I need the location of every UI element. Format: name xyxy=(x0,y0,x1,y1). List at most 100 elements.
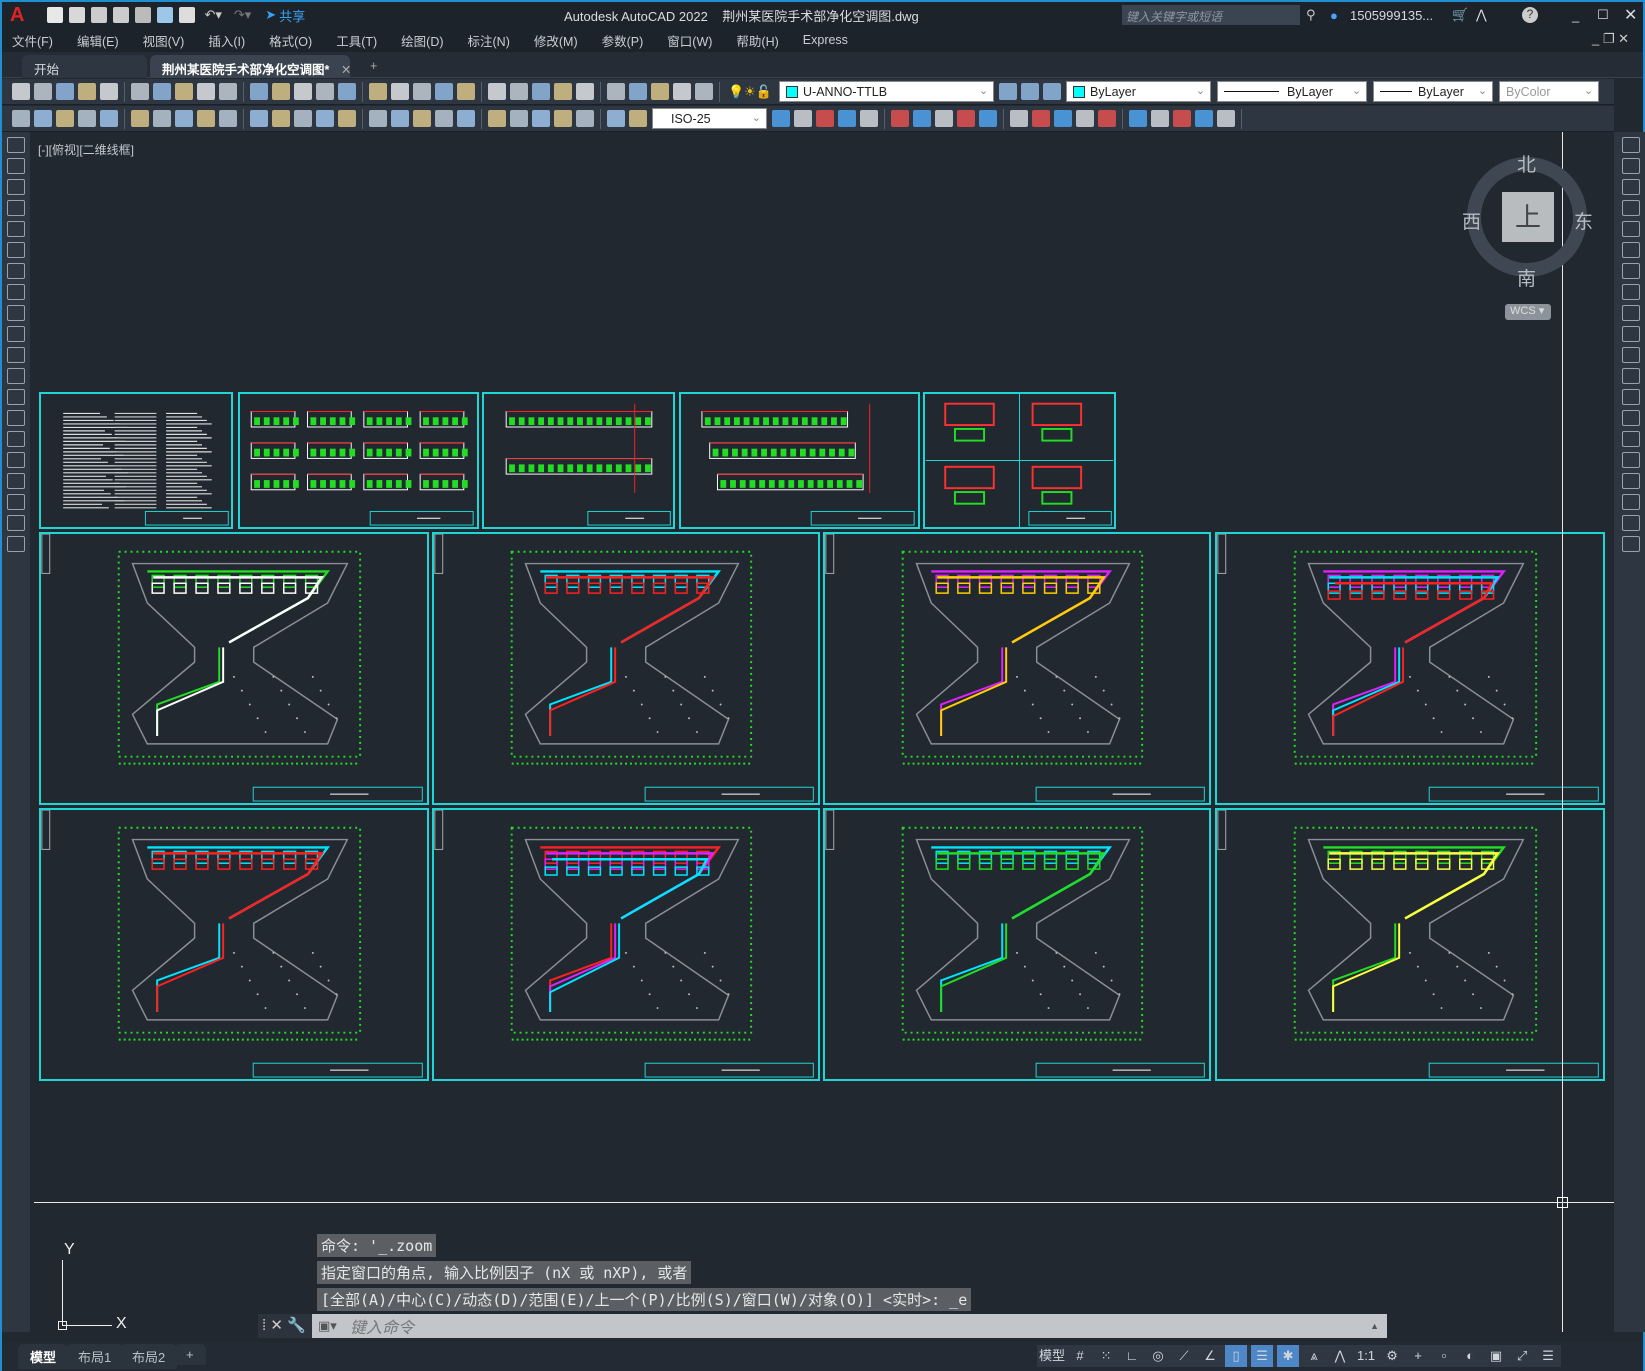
toolbar-tool-icon[interactable] xyxy=(413,110,431,127)
command-history-toggle[interactable]: ▲ xyxy=(1370,1321,1379,1331)
side-tool-icon[interactable] xyxy=(1621,263,1640,279)
cart-icon[interactable]: 🛒 xyxy=(1452,7,1468,23)
linetype-dropdown[interactable]: ByLayer ⌄ xyxy=(1217,81,1368,102)
annotation-scale-button[interactable]: 1:1 xyxy=(1355,1345,1377,1367)
viewcube-top-face[interactable]: 上 xyxy=(1502,192,1554,242)
redo-icon[interactable]: ↷▾ xyxy=(234,7,251,23)
workspace-gear-icon[interactable]: ⚙ xyxy=(1381,1345,1403,1367)
side-tool-icon[interactable] xyxy=(7,536,25,552)
toolbar-tool-icon[interactable] xyxy=(131,110,149,127)
menu-item[interactable]: 插入(I) xyxy=(208,31,245,50)
toolbar-tool-icon[interactable] xyxy=(554,83,572,100)
compass-south[interactable]: 南 xyxy=(1517,264,1536,291)
close-command-icon[interactable]: ✕ xyxy=(270,1317,283,1334)
toolbar-tool-icon[interactable] xyxy=(316,83,334,100)
toolbar-tool-icon[interactable] xyxy=(510,83,528,100)
toolbar-tool-icon[interactable] xyxy=(272,110,290,127)
new-icon[interactable] xyxy=(47,7,64,23)
toolbar-tool-icon[interactable] xyxy=(250,110,268,127)
toolbar-tool-icon[interactable] xyxy=(175,110,193,127)
toolbar-tool-icon[interactable] xyxy=(838,110,856,127)
user-icon[interactable]: ● xyxy=(1330,8,1338,23)
side-tool-icon[interactable] xyxy=(1621,242,1640,258)
side-tool-icon[interactable] xyxy=(1621,452,1640,468)
toolbar-tool-icon[interactable] xyxy=(78,83,96,100)
toolbar-tool-icon[interactable] xyxy=(1043,83,1062,100)
toolbar-tool-icon[interactable] xyxy=(338,110,356,127)
side-tool-icon[interactable] xyxy=(1621,179,1640,195)
customize-menu-icon[interactable]: ☰ xyxy=(1537,1345,1559,1367)
fullscreen-icon[interactable]: ⤢ xyxy=(1511,1345,1533,1367)
toolbar-tool-icon[interactable] xyxy=(100,83,118,100)
search-input[interactable]: 键入关键字或短语 xyxy=(1122,5,1300,25)
toolbar-tool-icon[interactable] xyxy=(272,83,290,100)
toolbar-tool-icon[interactable] xyxy=(56,83,74,100)
maximize-button[interactable]: ☐ xyxy=(1597,7,1609,23)
model-space-button[interactable]: 模型 xyxy=(1039,1345,1065,1367)
osnap-icon[interactable]: ▯ xyxy=(1225,1345,1248,1367)
toolbar-tool-icon[interactable] xyxy=(794,110,812,127)
side-tool-icon[interactable] xyxy=(7,473,25,489)
side-tool-icon[interactable] xyxy=(7,158,25,174)
ortho-icon[interactable]: ∟ xyxy=(1121,1345,1143,1367)
toolbar-tool-icon[interactable] xyxy=(532,110,550,127)
toolbar-tool-icon[interactable] xyxy=(153,83,171,100)
autoscale-icon[interactable]: ⩓ xyxy=(1303,1345,1325,1367)
toolbar-tool-icon[interactable] xyxy=(12,110,30,127)
toolbar-tool-icon[interactable] xyxy=(891,110,909,127)
toolbar-tool-icon[interactable] xyxy=(435,110,453,127)
toolbar-tool-icon[interactable] xyxy=(78,110,96,127)
publish-icon[interactable] xyxy=(135,7,152,23)
toolbar-tool-icon[interactable] xyxy=(316,110,334,127)
side-tool-icon[interactable] xyxy=(7,137,25,153)
menu-item[interactable]: 格式(O) xyxy=(269,31,312,50)
side-tool-icon[interactable] xyxy=(1621,221,1640,237)
color-dropdown[interactable]: ByLayer ⌄ xyxy=(1066,81,1212,102)
menu-item[interactable]: 窗口(W) xyxy=(667,31,712,50)
grip-handle[interactable]: ⁞ xyxy=(262,1317,266,1334)
toolbar-tool-icon[interactable] xyxy=(219,110,237,127)
side-tool-icon[interactable] xyxy=(7,263,25,279)
toolbar-tool-icon[interactable] xyxy=(532,83,550,100)
side-tool-icon[interactable] xyxy=(1621,347,1640,363)
command-prompt-icon[interactable]: ▣▾ xyxy=(318,1318,337,1334)
toolbar-tool-icon[interactable] xyxy=(1217,110,1235,127)
side-tool-icon[interactable] xyxy=(1621,200,1640,216)
toolbar-tool-icon[interactable] xyxy=(816,110,834,127)
wcs-menu[interactable]: WCS ▾ xyxy=(1505,304,1551,320)
plot-icon[interactable] xyxy=(179,7,196,23)
plotstyle-dropdown[interactable]: ByColor ⌄ xyxy=(1499,81,1600,102)
customize-wrench-icon[interactable]: 🔧 xyxy=(287,1317,306,1334)
polar-icon[interactable]: ◎ xyxy=(1147,1345,1169,1367)
toolbar-tool-icon[interactable] xyxy=(1076,110,1094,127)
toolbar-tool-icon[interactable] xyxy=(1173,110,1191,127)
side-tool-icon[interactable] xyxy=(1621,326,1640,342)
side-tool-icon[interactable] xyxy=(1621,368,1640,384)
toolbar-tool-icon[interactable] xyxy=(576,110,594,127)
toolbar-tool-icon[interactable] xyxy=(1195,110,1213,127)
minimize-button[interactable]: _ xyxy=(1572,8,1579,23)
side-tool-icon[interactable] xyxy=(7,452,25,468)
toolbar-tool-icon[interactable] xyxy=(979,110,997,127)
open-icon[interactable] xyxy=(69,7,86,23)
toolbar-tool-icon[interactable] xyxy=(576,83,594,100)
grid-icon[interactable]: # xyxy=(1069,1345,1091,1367)
help-icon[interactable]: ? xyxy=(1522,7,1538,23)
save-icon[interactable] xyxy=(91,7,108,23)
toolbar-tool-icon[interactable] xyxy=(607,110,625,127)
side-tool-icon[interactable] xyxy=(1621,305,1640,321)
search-icon[interactable]: ⚲ xyxy=(1306,7,1316,23)
side-tool-icon[interactable] xyxy=(7,305,25,321)
side-tool-icon[interactable] xyxy=(1621,536,1640,552)
toolbar-tool-icon[interactable] xyxy=(175,83,193,100)
side-tool-icon[interactable] xyxy=(7,368,25,384)
isolate-icon[interactable]: ◐ xyxy=(1459,1345,1481,1367)
toolbar-tool-icon[interactable] xyxy=(197,83,215,100)
side-tool-icon[interactable] xyxy=(1621,389,1640,405)
toolbar-tool-icon[interactable] xyxy=(673,83,691,100)
toolbar-tool-icon[interactable] xyxy=(1151,110,1169,127)
layout-tab-1[interactable]: 布局1 xyxy=(66,1344,124,1369)
side-tool-icon[interactable] xyxy=(1621,158,1640,174)
close-button[interactable]: ✕ xyxy=(1624,5,1637,25)
hardware-accel-icon[interactable]: ▣ xyxy=(1485,1345,1507,1367)
